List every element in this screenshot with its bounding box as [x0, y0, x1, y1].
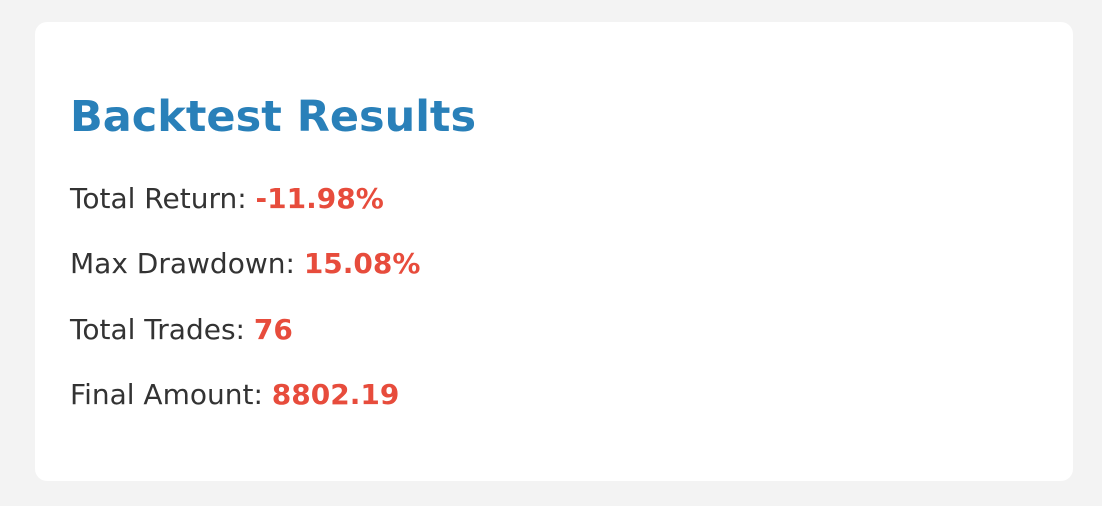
metric-value: -11.98% [255, 182, 384, 215]
metric-label: Total Return: [70, 182, 256, 215]
results-card: Backtest Results Total Return: -11.98% M… [35, 22, 1073, 481]
metric-label: Total Trades: [70, 313, 254, 346]
metric-label: Final Amount: [70, 378, 272, 411]
metric-value: 15.08% [303, 247, 421, 280]
metric-final-amount: Final Amount: 8802.19 [70, 378, 399, 412]
page-title: Backtest Results [70, 92, 477, 142]
metric-total-trades: Total Trades: 76 [70, 313, 293, 347]
metric-value: 8802.19 [271, 378, 400, 411]
metric-value: 76 [253, 313, 293, 346]
metric-label: Max Drawdown: [70, 247, 304, 280]
metric-max-drawdown: Max Drawdown: 15.08% [70, 247, 420, 281]
metric-total-return: Total Return: -11.98% [70, 182, 384, 216]
